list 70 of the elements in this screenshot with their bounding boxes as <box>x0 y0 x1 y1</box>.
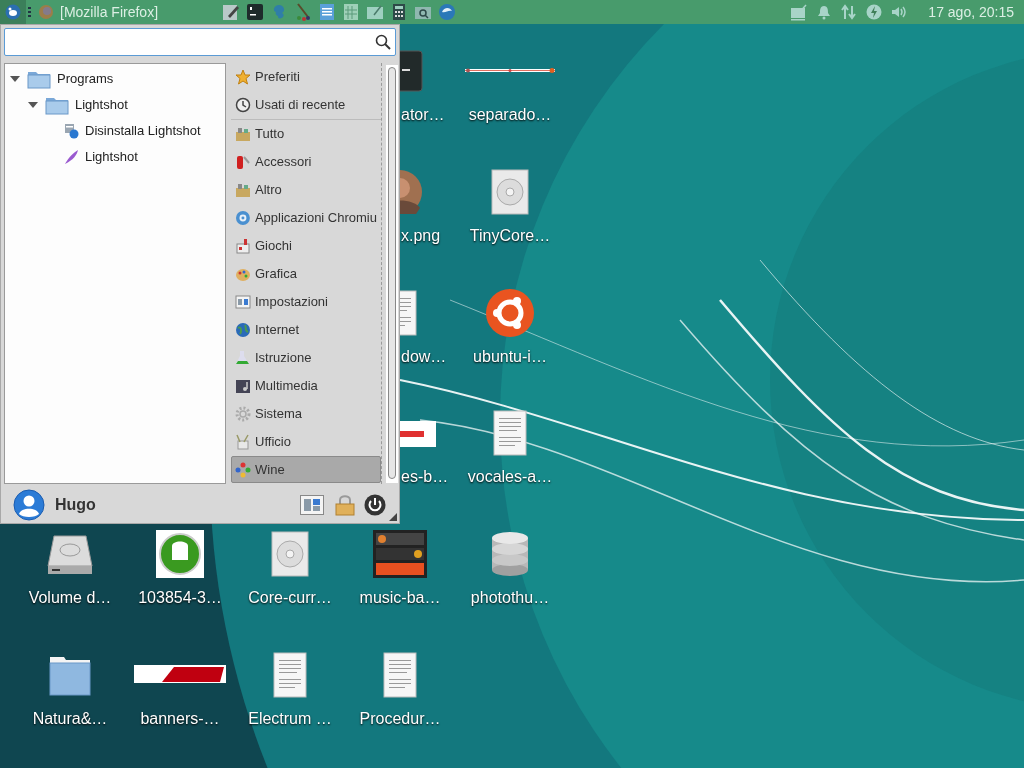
category-item[interactable]: Grafica <box>231 260 381 288</box>
category-item[interactable]: Sistema <box>231 400 381 428</box>
desktop-icon-label[interactable]: ator… <box>401 103 445 127</box>
pocket-knife-icon <box>235 153 251 170</box>
disc-icon <box>235 209 251 226</box>
pen-cup-icon <box>235 433 251 450</box>
terminal-icon[interactable] <box>246 3 265 21</box>
browser-icon <box>38 4 54 20</box>
tree-folder[interactable]: Lightshot <box>75 95 128 115</box>
gear-icon <box>235 405 251 422</box>
panels-icon <box>235 293 251 310</box>
panels-icon <box>300 494 324 515</box>
desktop-icon-label[interactable]: vocales-a… <box>450 465 570 489</box>
folder-icon <box>45 95 69 116</box>
feather-icon <box>63 149 79 166</box>
category-item[interactable]: Tutto <box>231 120 381 148</box>
chef-hat-badge-icon[interactable] <box>156 530 204 578</box>
text-editor-icon[interactable] <box>222 3 241 21</box>
resize-grip-icon[interactable] <box>389 513 397 521</box>
search-field[interactable] <box>4 28 396 57</box>
user-avatar-icon <box>13 488 45 521</box>
category-item[interactable]: Internet <box>231 316 381 344</box>
globe-icon <box>235 321 251 338</box>
desktop-icon-label[interactable]: separado… <box>450 103 570 127</box>
category-item[interactable]: Multimedia <box>231 372 381 400</box>
power-bolt-icon[interactable] <box>866 4 883 20</box>
category-item[interactable]: Usati di recente <box>231 91 381 119</box>
category-item[interactable]: Accessori <box>231 148 381 176</box>
user-name: Hugo <box>55 494 96 515</box>
category-item[interactable]: Preferiti <box>231 63 381 91</box>
desktop-icon-label[interactable]: ubuntu-i… <box>450 345 570 369</box>
desktop-icon-label[interactable]: dow… <box>401 345 447 369</box>
category-item[interactable]: Ufficio <box>231 428 381 456</box>
category-item[interactable]: Giochi <box>231 232 381 260</box>
category-item[interactable]: Applicazioni Chromiu <box>231 204 381 232</box>
folder-icon <box>27 69 51 90</box>
star-icon <box>235 68 251 85</box>
paint-brush-icon[interactable] <box>294 3 313 21</box>
power-button[interactable] <box>363 492 387 517</box>
category-item[interactable]: Impostazioni <box>231 288 381 316</box>
music-banner-icon[interactable] <box>373 530 427 578</box>
globe-bird-icon[interactable] <box>438 3 457 21</box>
power-icon <box>364 493 386 516</box>
category-item[interactable]: Altro <box>231 176 381 204</box>
toolbox-icon <box>235 125 251 142</box>
document-icon[interactable] <box>318 3 337 21</box>
clock-icon <box>235 96 251 113</box>
film-music-icon <box>235 377 251 394</box>
desktop-icon-label[interactable]: x.png <box>401 224 441 248</box>
mouse-icon <box>5 4 21 20</box>
category-item[interactable]: Istruzione <box>231 344 381 372</box>
ubuntu-logo-icon[interactable] <box>486 289 534 337</box>
tree-folder[interactable]: Programs <box>57 69 114 89</box>
scrollbar-thumb[interactable] <box>388 67 396 480</box>
category-item[interactable]: Wine <box>231 456 381 484</box>
settings-button[interactable] <box>299 493 325 516</box>
joystick-icon <box>235 237 251 254</box>
notepad-icon[interactable] <box>366 3 385 21</box>
app-menu-button[interactable] <box>0 0 26 24</box>
uninstaller-icon <box>63 123 79 140</box>
drag-handle-icon[interactable] <box>28 7 32 17</box>
scrollbar[interactable] <box>386 65 398 484</box>
toolbox-icon <box>235 181 251 198</box>
tree-item[interactable]: Disinstalla Lightshot <box>85 121 201 141</box>
flask-icon <box>235 349 251 366</box>
lock-icon <box>335 493 355 516</box>
desktop-icon-label[interactable]: es-b… <box>401 465 449 489</box>
tree-item[interactable]: Lightshot <box>85 147 138 167</box>
desktop-icon-label[interactable]: TinyCore… <box>450 224 570 248</box>
search-icon <box>375 34 391 51</box>
